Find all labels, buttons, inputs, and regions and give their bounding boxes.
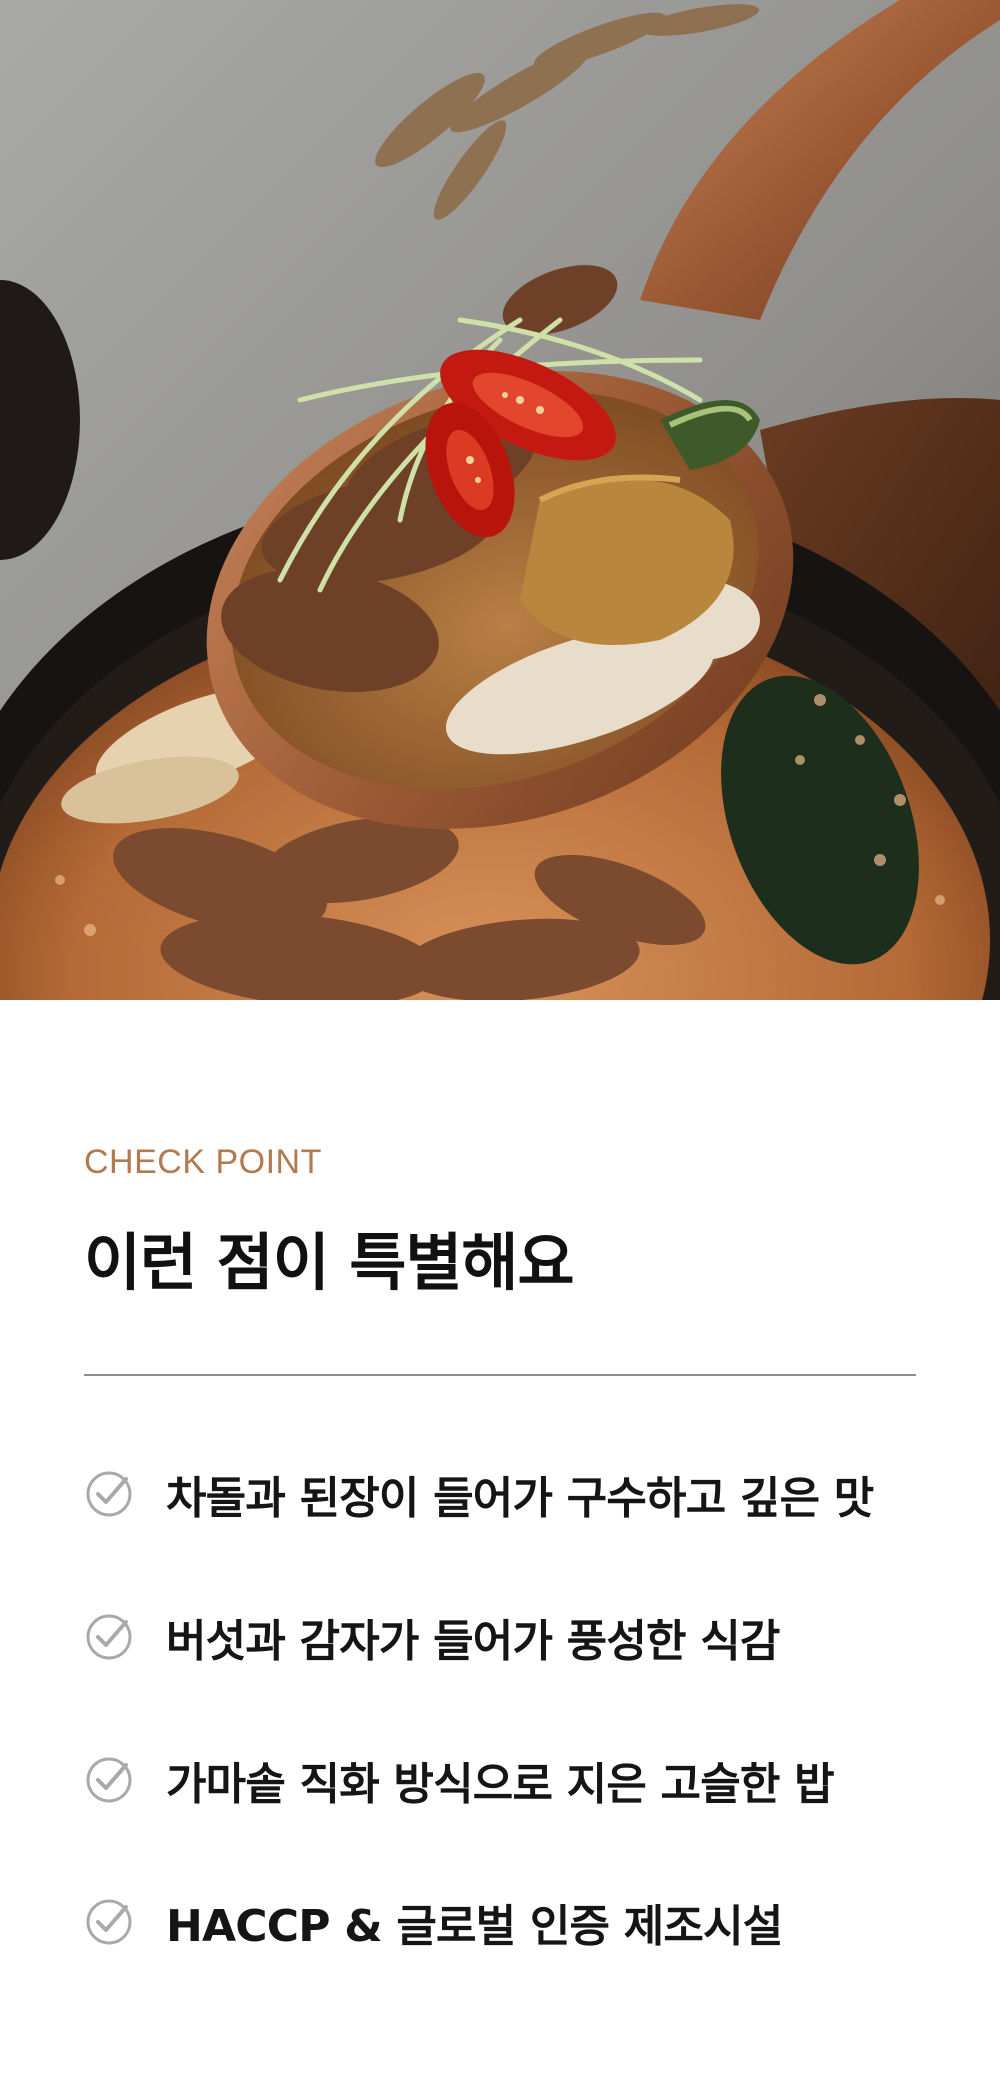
check-point-text: HACCP & 글로벌 인증 제조시설 <box>166 1901 783 1952</box>
check-point-item: 버섯과 감자가 들어가 풍성한 식감 <box>84 1607 964 1667</box>
check-circle-icon <box>86 1757 132 1803</box>
check-point-text: 버섯과 감자가 들어가 풍성한 식감 <box>166 1616 780 1667</box>
section-title: 이런 점이 특별해요 <box>84 1226 574 1299</box>
check-point-item: 가마솥 직화 방식으로 지은 고슬한 밥 <box>84 1750 964 1810</box>
check-point-item: 차돌과 된장이 들어가 구수하고 깊은 맛 <box>84 1464 964 1524</box>
check-circle-icon <box>86 1471 132 1517</box>
section-eyebrow: CHECK POINT <box>84 1143 322 1181</box>
check-point-section: CHECK POINT 이런 점이 특별해요 차돌과 된장이 들어가 구수하고 … <box>0 1000 1000 2098</box>
check-circle-icon <box>86 1899 132 1945</box>
divider <box>84 1374 916 1376</box>
check-point-text: 차돌과 된장이 들어가 구수하고 깊은 맛 <box>166 1473 874 1524</box>
food-photo <box>0 0 1000 1000</box>
check-circle-icon <box>86 1614 132 1660</box>
hero-image <box>0 0 1000 1000</box>
check-point-item: HACCP & 글로벌 인증 제조시설 <box>84 1892 964 1952</box>
check-point-text: 가마솥 직화 방식으로 지은 고슬한 밥 <box>166 1759 835 1810</box>
